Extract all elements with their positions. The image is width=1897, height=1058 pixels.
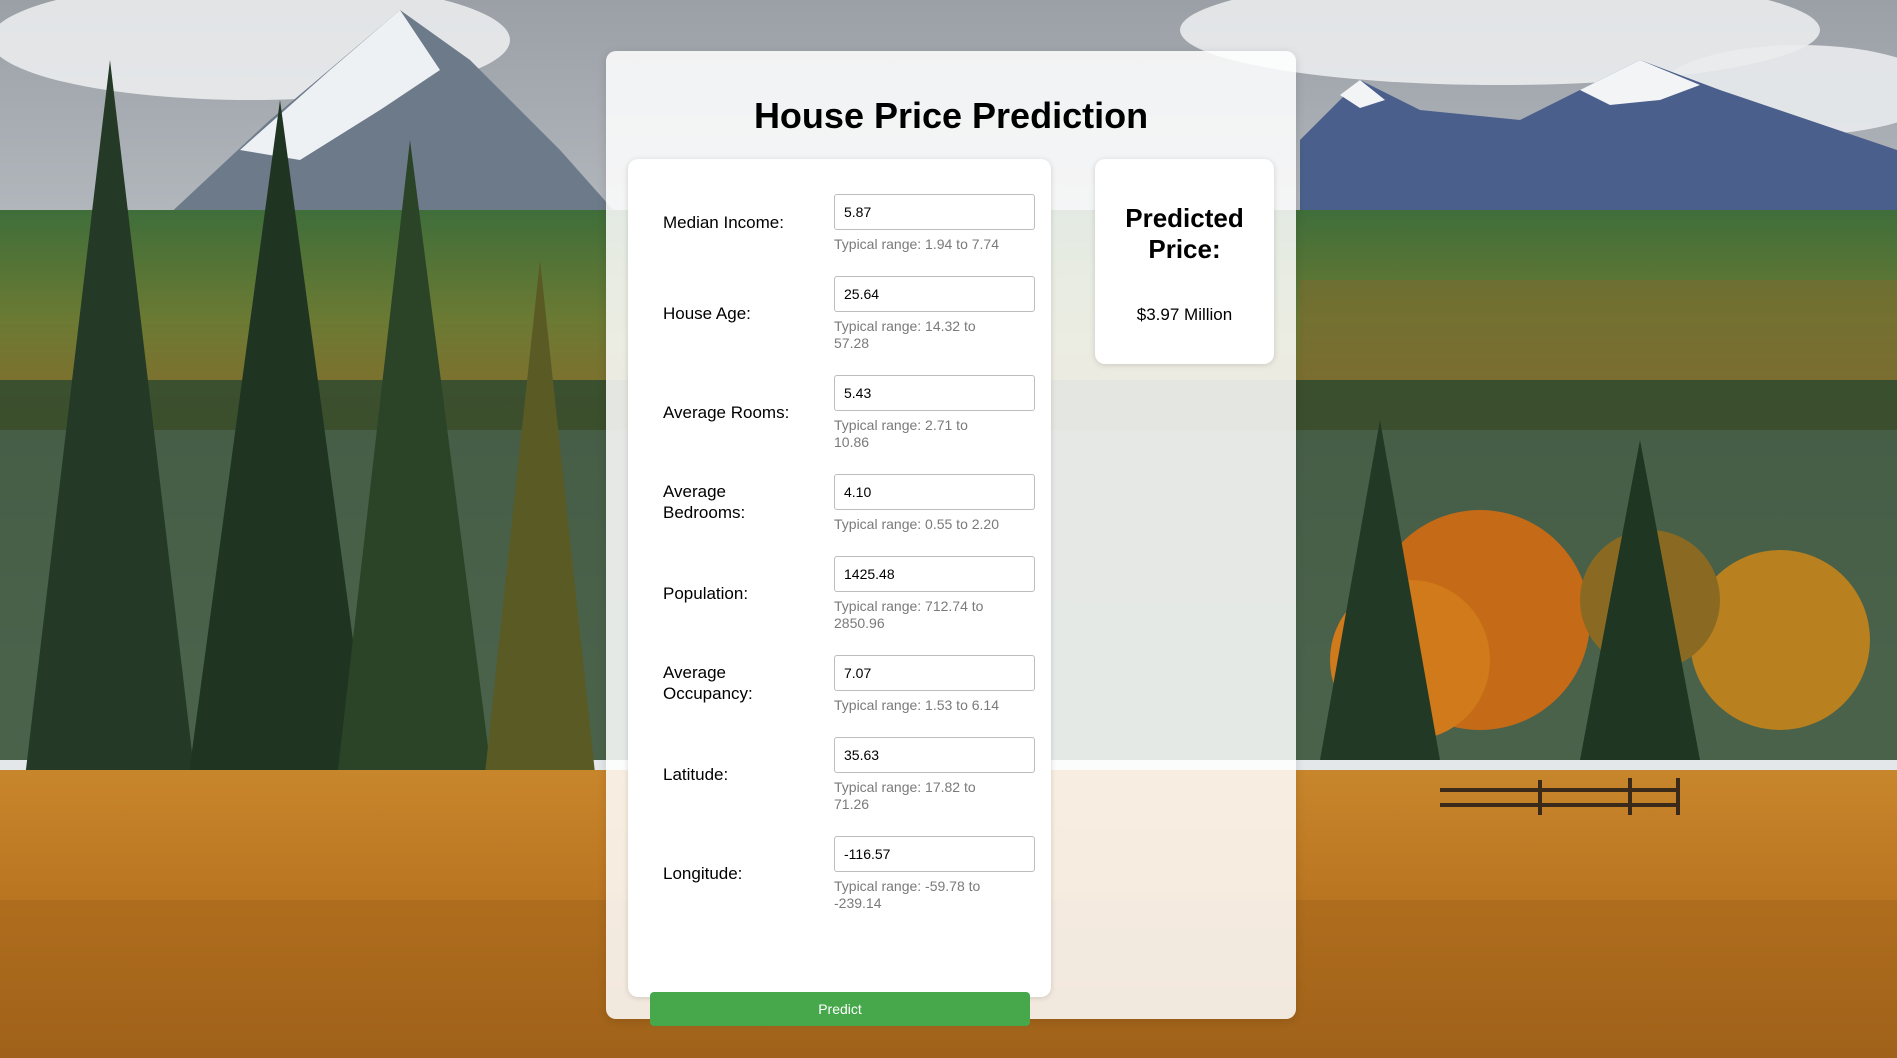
median-income-hint: Typical range: 1.94 to 7.74 xyxy=(834,236,999,252)
longitude-hint: Typical range: -59.78 to -239.14 xyxy=(834,878,981,911)
average-bedrooms-label: Average Bedrooms: xyxy=(663,482,746,522)
result-title: Predicted Price: xyxy=(1125,203,1244,264)
result-card: Predicted Price: $3.97 Million xyxy=(1095,159,1274,364)
population-label: Population: xyxy=(663,584,749,603)
population-input[interactable] xyxy=(834,556,1035,592)
main-panel: House Price Prediction Median Income: Ty… xyxy=(606,51,1296,1026)
predicted-price-value: $3.97 Million xyxy=(1136,305,1233,324)
median-income-label: Median Income: xyxy=(663,213,784,232)
latitude-input[interactable] xyxy=(834,737,1035,773)
median-income-input[interactable] xyxy=(834,194,1035,230)
average-rooms-hint: Typical range: 2.71 to 10.86 xyxy=(834,417,968,450)
average-bedrooms-hint: Typical range: 0.55 to 2.20 xyxy=(834,516,999,532)
prediction-form: Median Income: Typical range: 1.94 to 7.… xyxy=(628,159,1051,1026)
house-age-input[interactable] xyxy=(834,276,1035,312)
predict-button[interactable]: Predict xyxy=(650,992,1030,1026)
house-age-label: House Age: xyxy=(663,304,751,323)
latitude-label: Latitude: xyxy=(663,765,729,784)
average-bedrooms-input[interactable] xyxy=(834,474,1035,510)
longitude-label: Longitude: xyxy=(663,864,743,883)
average-rooms-input[interactable] xyxy=(834,375,1035,411)
average-occupancy-hint: Typical range: 1.53 to 6.14 xyxy=(834,697,999,713)
page-title: House Price Prediction xyxy=(753,95,1149,136)
average-occupancy-label: Average Occupancy: xyxy=(663,663,753,703)
average-rooms-label: Average Rooms: xyxy=(663,403,790,422)
average-occupancy-input[interactable] xyxy=(834,655,1035,691)
longitude-input[interactable] xyxy=(834,836,1035,872)
house-age-hint: Typical range: 14.32 to 57.28 xyxy=(834,318,976,351)
population-hint: Typical range: 712.74 to 2850.96 xyxy=(834,598,984,631)
latitude-hint: Typical range: 17.82 to 71.26 xyxy=(834,779,976,812)
